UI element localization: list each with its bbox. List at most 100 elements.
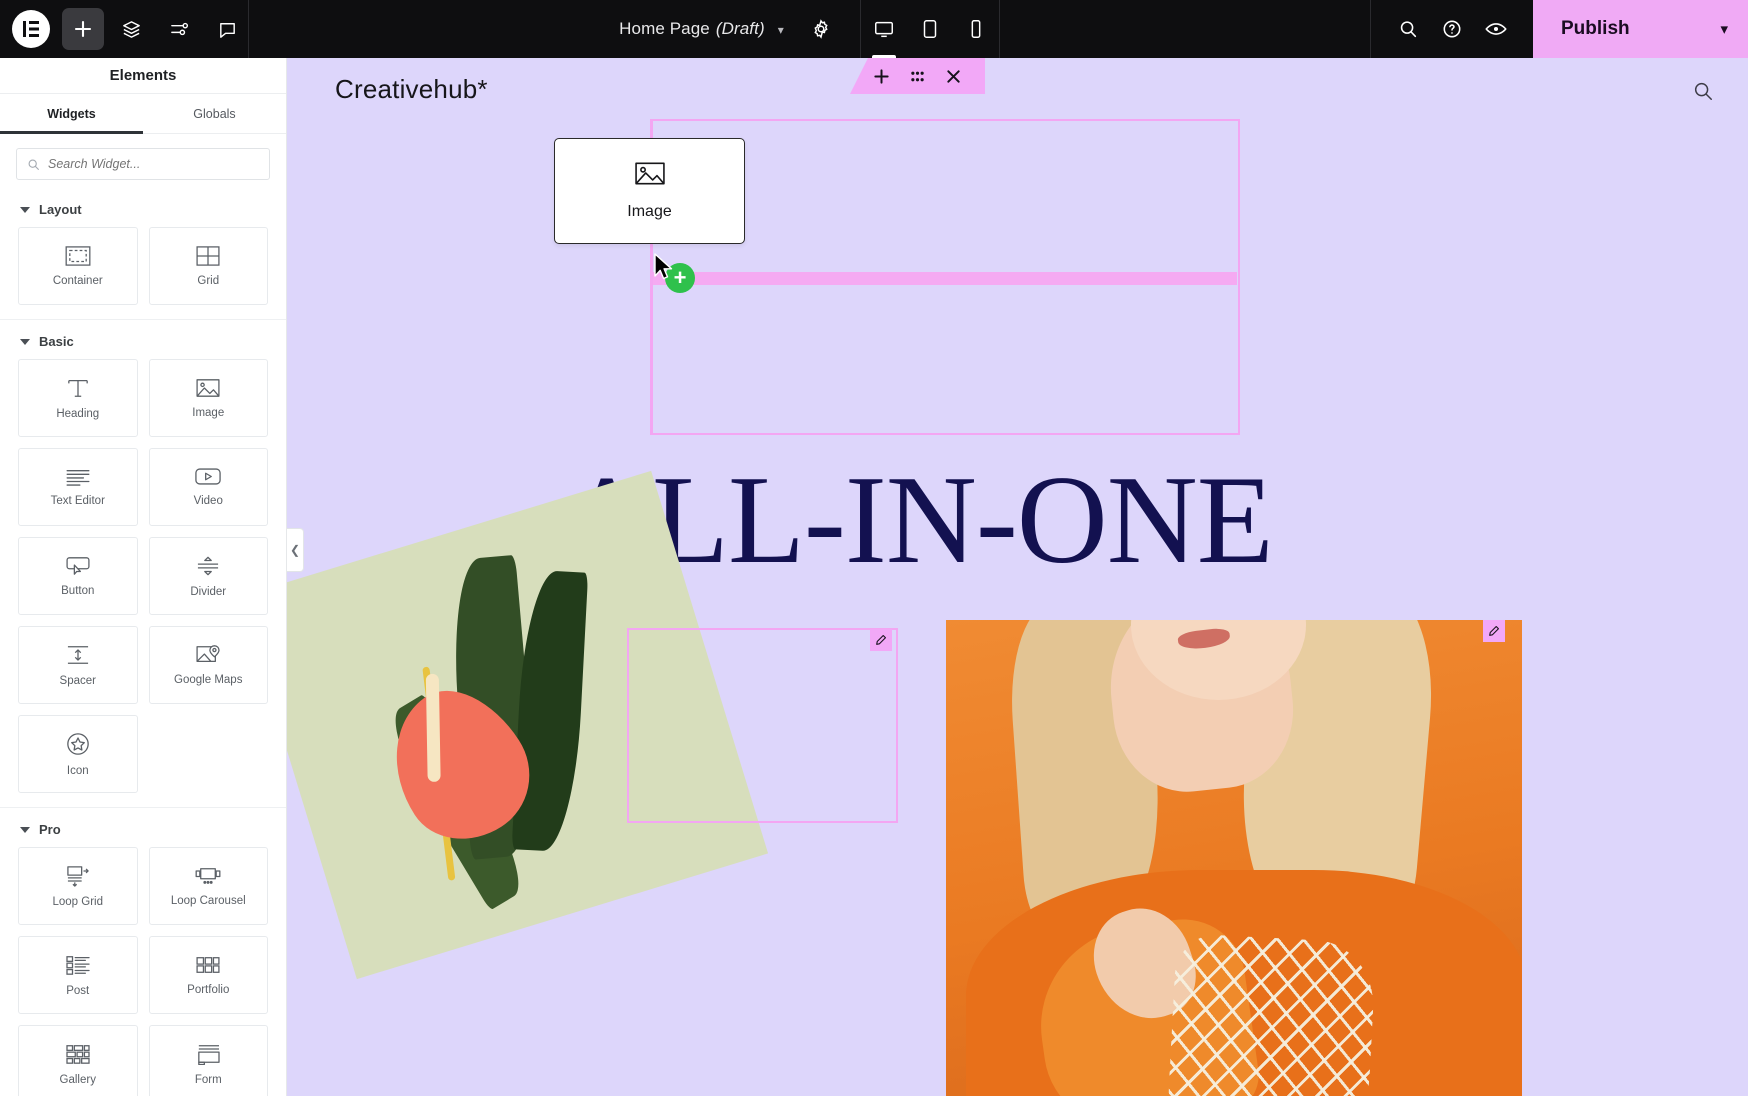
category-pro-header[interactable]: Pro [18, 808, 268, 847]
widget-list[interactable]: Layout Container Grid [0, 188, 286, 1096]
pencil-icon [875, 634, 887, 646]
help-button[interactable] [1437, 14, 1467, 44]
triangle-down-icon [20, 339, 30, 345]
widget-icon[interactable]: Icon [18, 715, 138, 793]
panel-tabs: Widgets Globals [0, 94, 286, 134]
widget-grid[interactable]: Grid [149, 227, 269, 305]
divider-icon [196, 555, 220, 577]
widget-loop-grid[interactable]: Loop Grid [18, 847, 138, 925]
widget-spacer[interactable]: Spacer [18, 626, 138, 704]
search-icon [27, 158, 40, 171]
category-pro: Pro Loop Grid Loop Carousel [0, 807, 286, 1096]
tab-widgets[interactable]: Widgets [0, 94, 143, 133]
widget-form[interactable]: Form [149, 1025, 269, 1096]
spacer-arrows-icon [66, 644, 90, 666]
widget-container[interactable]: Container [18, 227, 138, 305]
close-x-icon[interactable] [945, 68, 962, 85]
elementor-logo-icon[interactable] [12, 10, 50, 48]
responsive-device-switcher [860, 0, 1000, 58]
widget-video[interactable]: Video [149, 448, 269, 526]
widget-video-label: Video [194, 495, 223, 507]
flower-edit-handle[interactable] [870, 629, 892, 651]
preview-changes-button[interactable] [1481, 14, 1511, 44]
widget-google-maps[interactable]: Google Maps [149, 626, 269, 704]
site-search-icon[interactable] [1692, 80, 1714, 107]
dragged-widget-preview: Image [554, 138, 745, 244]
category-basic: Basic Heading Image [0, 319, 286, 807]
category-layout-header[interactable]: Layout [18, 188, 268, 227]
star-circle-icon [66, 732, 90, 756]
widget-grid-label: Grid [197, 275, 219, 287]
pencil-icon [1488, 625, 1500, 637]
category-layout-label: Layout [39, 202, 82, 217]
toolbar-center-group: Home Page (Draft) ▾ [249, 0, 1370, 58]
widget-google-maps-label: Google Maps [174, 674, 242, 686]
widget-grid-filler [149, 715, 269, 793]
gear-icon [810, 18, 832, 40]
publish-button[interactable]: Publish ▾ [1533, 0, 1748, 58]
search-input[interactable] [48, 157, 259, 171]
panel-collapse-handle[interactable]: ❮ [287, 528, 304, 572]
add-element-button[interactable] [62, 8, 104, 50]
widget-post[interactable]: Post [18, 936, 138, 1014]
toolbar-left-group [0, 8, 248, 50]
widget-button[interactable]: Button [18, 537, 138, 615]
drop-indicator-bar [653, 272, 1237, 285]
add-element-icon[interactable] [873, 68, 890, 85]
widget-divider[interactable]: Divider [149, 537, 269, 615]
widget-gallery[interactable]: Gallery [18, 1025, 138, 1096]
chevron-down-icon[interactable]: ▾ [778, 23, 784, 37]
widget-text-editor[interactable]: Text Editor [18, 448, 138, 526]
video-play-icon [195, 467, 221, 486]
plus-icon [73, 19, 93, 39]
widget-icon-label: Icon [67, 765, 89, 777]
layers-icon [121, 19, 142, 40]
toolbar-right-group: Publish ▾ [1370, 0, 1748, 58]
loop-carousel-icon [194, 866, 222, 886]
heading-t-icon [66, 377, 90, 399]
button-cursor-icon [65, 556, 91, 576]
dragged-widget-label: Image [627, 203, 671, 221]
desktop-icon [873, 18, 895, 40]
publish-options-chevron-down-icon[interactable]: ▾ [1720, 20, 1728, 38]
comments-button[interactable] [206, 8, 248, 50]
widget-gallery-label: Gallery [60, 1074, 96, 1086]
site-settings-button[interactable] [158, 8, 200, 50]
device-desktop-button[interactable] [861, 0, 907, 58]
widget-portfolio[interactable]: Portfolio [149, 936, 269, 1014]
post-list-icon [65, 954, 91, 976]
page-canvas[interactable]: Creativehub* ALL-IN-ONE [287, 58, 1748, 1096]
finder-search-button[interactable] [1393, 14, 1423, 44]
container-icon [65, 246, 91, 266]
search-widget-box[interactable] [16, 148, 270, 180]
navigator-button[interactable] [110, 8, 152, 50]
tablet-icon [919, 18, 941, 40]
map-pin-icon [196, 644, 221, 665]
arrow-cursor-icon [654, 253, 676, 288]
sliders-icon [169, 19, 190, 40]
flower-image-selection-outline[interactable] [627, 628, 898, 823]
document-title[interactable]: Home Page (Draft) ▾ [619, 19, 784, 39]
widget-image[interactable]: Image [149, 359, 269, 437]
category-basic-header[interactable]: Basic [18, 320, 268, 359]
widget-image-label: Image [192, 407, 224, 419]
page-settings-button[interactable] [810, 18, 832, 40]
grid-icon [196, 246, 220, 266]
portrait-edit-handle[interactable] [1483, 620, 1505, 642]
tab-globals[interactable]: Globals [143, 94, 286, 133]
widget-heading[interactable]: Heading [18, 359, 138, 437]
form-icon [195, 1043, 221, 1065]
widget-post-label: Post [66, 985, 89, 997]
hero-heading[interactable]: ALL-IN-ONE [562, 458, 1662, 584]
triangle-down-icon [20, 827, 30, 833]
portrait-image[interactable] [946, 620, 1522, 1096]
widget-portfolio-label: Portfolio [187, 984, 229, 996]
image-icon [196, 378, 220, 398]
category-pro-label: Pro [39, 822, 61, 837]
device-mobile-button[interactable] [953, 0, 999, 58]
widget-form-label: Form [195, 1074, 222, 1086]
drag-dots-icon[interactable] [909, 70, 926, 83]
widget-loop-carousel[interactable]: Loop Carousel [149, 847, 269, 925]
text-lines-icon [65, 468, 91, 486]
device-tablet-button[interactable] [907, 0, 953, 58]
